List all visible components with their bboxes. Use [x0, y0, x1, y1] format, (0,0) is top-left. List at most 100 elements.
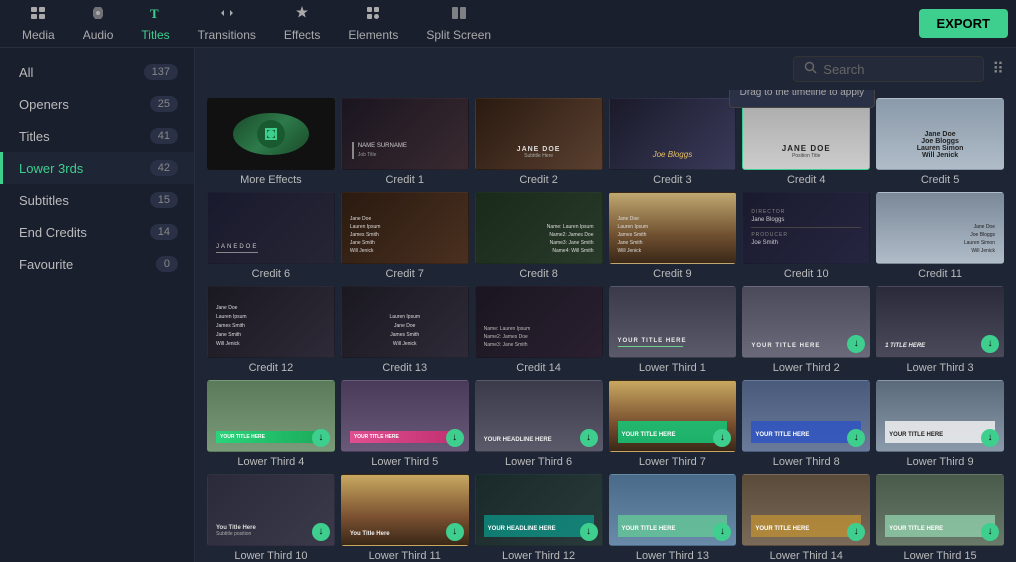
nav-transitions[interactable]: Transitions — [184, 1, 270, 46]
grid-item-lower-third12[interactable]: YOUR HEADLINE HERE ↓ Lower Third 12 — [475, 474, 603, 562]
grid-item-more-effects[interactable]: More Effects — [207, 98, 335, 186]
grid-item-credit5[interactable]: Jane DoeJoe BloggsLauren SimonWill Jenic… — [876, 98, 1004, 186]
grid-item-credit10[interactable]: Director Jane Bloggs Producer Joe Smith … — [742, 192, 870, 280]
grid-item-credit7[interactable]: Jane DoeLauren IpsumJames SmithJane Smit… — [341, 192, 469, 280]
download-icon: ↓ — [312, 523, 330, 541]
top-navigation: Media Audio T Titles Transitions Effects… — [0, 0, 1016, 48]
grid-item-credit6[interactable]: JANEDOE Credit 6 — [207, 192, 335, 280]
grid-item-label: Lower Third 6 — [475, 456, 603, 468]
download-icon: ↓ — [847, 335, 865, 353]
search-icon — [804, 61, 817, 77]
media-icon — [30, 5, 46, 26]
sidebar-item-all[interactable]: All 137 — [0, 56, 194, 88]
grid-item-lower-third3[interactable]: 1 TITLE HERE ↓ Lower Third 3 — [876, 286, 1004, 374]
split-screen-icon — [451, 5, 467, 26]
grid-view-icon[interactable]: ⠿ — [992, 59, 1004, 79]
grid-item-credit11[interactable]: Jane DoeJoe BloggsLauren SimonWill Jenic… — [876, 192, 1004, 280]
grid-item-credit2[interactable]: JANE DOE Subtitle Here Credit 2 — [475, 98, 603, 186]
grid-item-credit1[interactable]: NAME SURNAMEJob Title Credit 1 — [341, 98, 469, 186]
download-icon: ↓ — [446, 429, 464, 447]
grid-item-lower-third9[interactable]: YOUR TITLE HERE ↓ Lower Third 9 — [876, 380, 1004, 468]
grid-item-label: Credit 3 — [609, 174, 737, 186]
grid-item-credit14[interactable]: Name: Lauren IpsumName2: James DoeName3:… — [475, 286, 603, 374]
nav-split-screen[interactable]: Split Screen — [412, 1, 505, 46]
grid-item-lower-third11[interactable]: You Title Here ↓ Lower Third 11 — [341, 474, 469, 562]
grid-item-label: Credit 8 — [475, 268, 603, 280]
export-button[interactable]: EXPORT — [919, 9, 1008, 38]
grid-container: More Effects NAME SURNAMEJob Title Credi… — [195, 90, 1016, 562]
effects-icon — [294, 5, 310, 26]
nav-elements[interactable]: Elements — [334, 1, 412, 46]
grid-item-label: Lower Third 12 — [475, 550, 603, 562]
titles-icon: T — [148, 5, 164, 26]
grid-item-label: Lower Third 15 — [876, 550, 1004, 562]
grid-item-label: Lower Third 9 — [876, 456, 1004, 468]
grid-item-label: Lower Third 13 — [609, 550, 737, 562]
grid-item-label: Credit 6 — [207, 268, 335, 280]
grid-item-credit8[interactable]: Name: Lauren IpsumName2: James DoeName3:… — [475, 192, 603, 280]
grid-item-label: Lower Third 2 — [742, 362, 870, 374]
grid-item-lower-third4[interactable]: YOUR TITLE HERE ↓ Lower Third 4 — [207, 380, 335, 468]
content-toolbar: ⠿ — [195, 48, 1016, 90]
download-icon: ↓ — [847, 523, 865, 541]
grid-item-label: Credit 2 — [475, 174, 603, 186]
nav-effects[interactable]: Effects — [270, 1, 334, 46]
main-area: All 137 Openers 25 Titles 41 Lower 3rds … — [0, 48, 1016, 562]
download-icon: ↓ — [713, 429, 731, 447]
sidebar-item-lower3rds[interactable]: Lower 3rds 42 — [0, 152, 194, 184]
download-icon: ↓ — [713, 523, 731, 541]
download-icon: ↓ — [847, 429, 865, 447]
grid-item-label: Credit 4 — [742, 174, 870, 186]
grid-item-lower-third6[interactable]: YOUR HEADLINE HERE ↓ Lower Third 6 — [475, 380, 603, 468]
svg-text:T: T — [150, 6, 159, 21]
grid-item-label: Credit 9 — [609, 268, 737, 280]
grid-item-label: Credit 14 — [475, 362, 603, 374]
content-area: ⠿ More Effects NAME SURN — [195, 48, 1016, 562]
grid-item-lower-third8[interactable]: YOUR TITLE HERE ↓ Lower Third 8 — [742, 380, 870, 468]
grid-item-label: Lower Third 3 — [876, 362, 1004, 374]
grid-item-lower-third5[interactable]: YOUR TITLE HERE ↓ Lower Third 5 — [341, 380, 469, 468]
grid-item-lower-third14[interactable]: YOUR TITLE HERE ↓ Lower Third 14 — [742, 474, 870, 562]
sidebar-item-openers[interactable]: Openers 25 — [0, 88, 194, 120]
grid-item-label: Lower Third 1 — [609, 362, 737, 374]
grid-item-credit9[interactable]: Jane DoeLauren IpsumJames SmithJane Smit… — [609, 192, 737, 280]
grid-item-credit3[interactable]: Joe Bloggs Credit 3 — [609, 98, 737, 186]
sidebar-item-favourite[interactable]: Favourite 0 — [0, 248, 194, 280]
grid-item-lower-third13[interactable]: Your Title Here ↓ Lower Third 13 — [609, 474, 737, 562]
search-input[interactable] — [823, 62, 973, 77]
grid-item-label: Credit 10 — [742, 268, 870, 280]
grid-item-credit12[interactable]: Jane DoeLauren IpsumJames SmithJane Smit… — [207, 286, 335, 374]
grid-item-lower-third2[interactable]: YOUR TITLE HERE ↓ Lower Third 2 — [742, 286, 870, 374]
grid-item-credit4[interactable]: JANE DOE Position Title Credit 4 Drag to… — [742, 98, 870, 186]
download-icon: ↓ — [580, 523, 598, 541]
download-icon: ↓ — [446, 523, 464, 541]
search-container — [793, 56, 984, 82]
grid-item-lower-third15[interactable]: YOUR TITLE HERE ↓ Lower Third 15 — [876, 474, 1004, 562]
nav-titles[interactable]: T Titles — [127, 1, 183, 46]
grid-item-label: Lower Third 8 — [742, 456, 870, 468]
grid-item-label: Lower Third 10 — [207, 550, 335, 562]
grid-item-lower-third1[interactable]: YOUR TITLE HERE Lower Third 1 — [609, 286, 737, 374]
download-icon: ↓ — [981, 335, 999, 353]
sidebar-item-titles[interactable]: Titles 41 — [0, 120, 194, 152]
download-icon: ↓ — [981, 523, 999, 541]
sidebar-item-subtitles[interactable]: Subtitles 15 — [0, 184, 194, 216]
grid-item-label: Lower Third 14 — [742, 550, 870, 562]
grid-item-label: Credit 11 — [876, 268, 1004, 280]
download-icon: ↓ — [981, 429, 999, 447]
grid-item-label: Lower Third 7 — [609, 456, 737, 468]
grid-item-lower-third7[interactable]: YOUR TITLE HERE ↓ Lower Third 7 — [609, 380, 737, 468]
grid-item-label: More Effects — [207, 174, 335, 186]
nav-audio[interactable]: Audio — [69, 1, 128, 46]
grid-item-credit13[interactable]: Lauren IpsumJane DoeJames SmithWill Jeni… — [341, 286, 469, 374]
grid-item-label: Credit 1 — [341, 174, 469, 186]
nav-media[interactable]: Media — [8, 1, 69, 46]
elements-icon — [365, 5, 381, 26]
download-icon: ↓ — [312, 429, 330, 447]
sidebar-item-end-credits[interactable]: End Credits 14 — [0, 216, 194, 248]
grid-item-label: Credit 7 — [341, 268, 469, 280]
grid-item-label: Credit 13 — [341, 362, 469, 374]
grid-item-label: Lower Third 11 — [341, 550, 469, 562]
grid-item-lower-third10[interactable]: You Title Here Subtitle position ↓ Lower… — [207, 474, 335, 562]
grid-item-label: Credit 12 — [207, 362, 335, 374]
